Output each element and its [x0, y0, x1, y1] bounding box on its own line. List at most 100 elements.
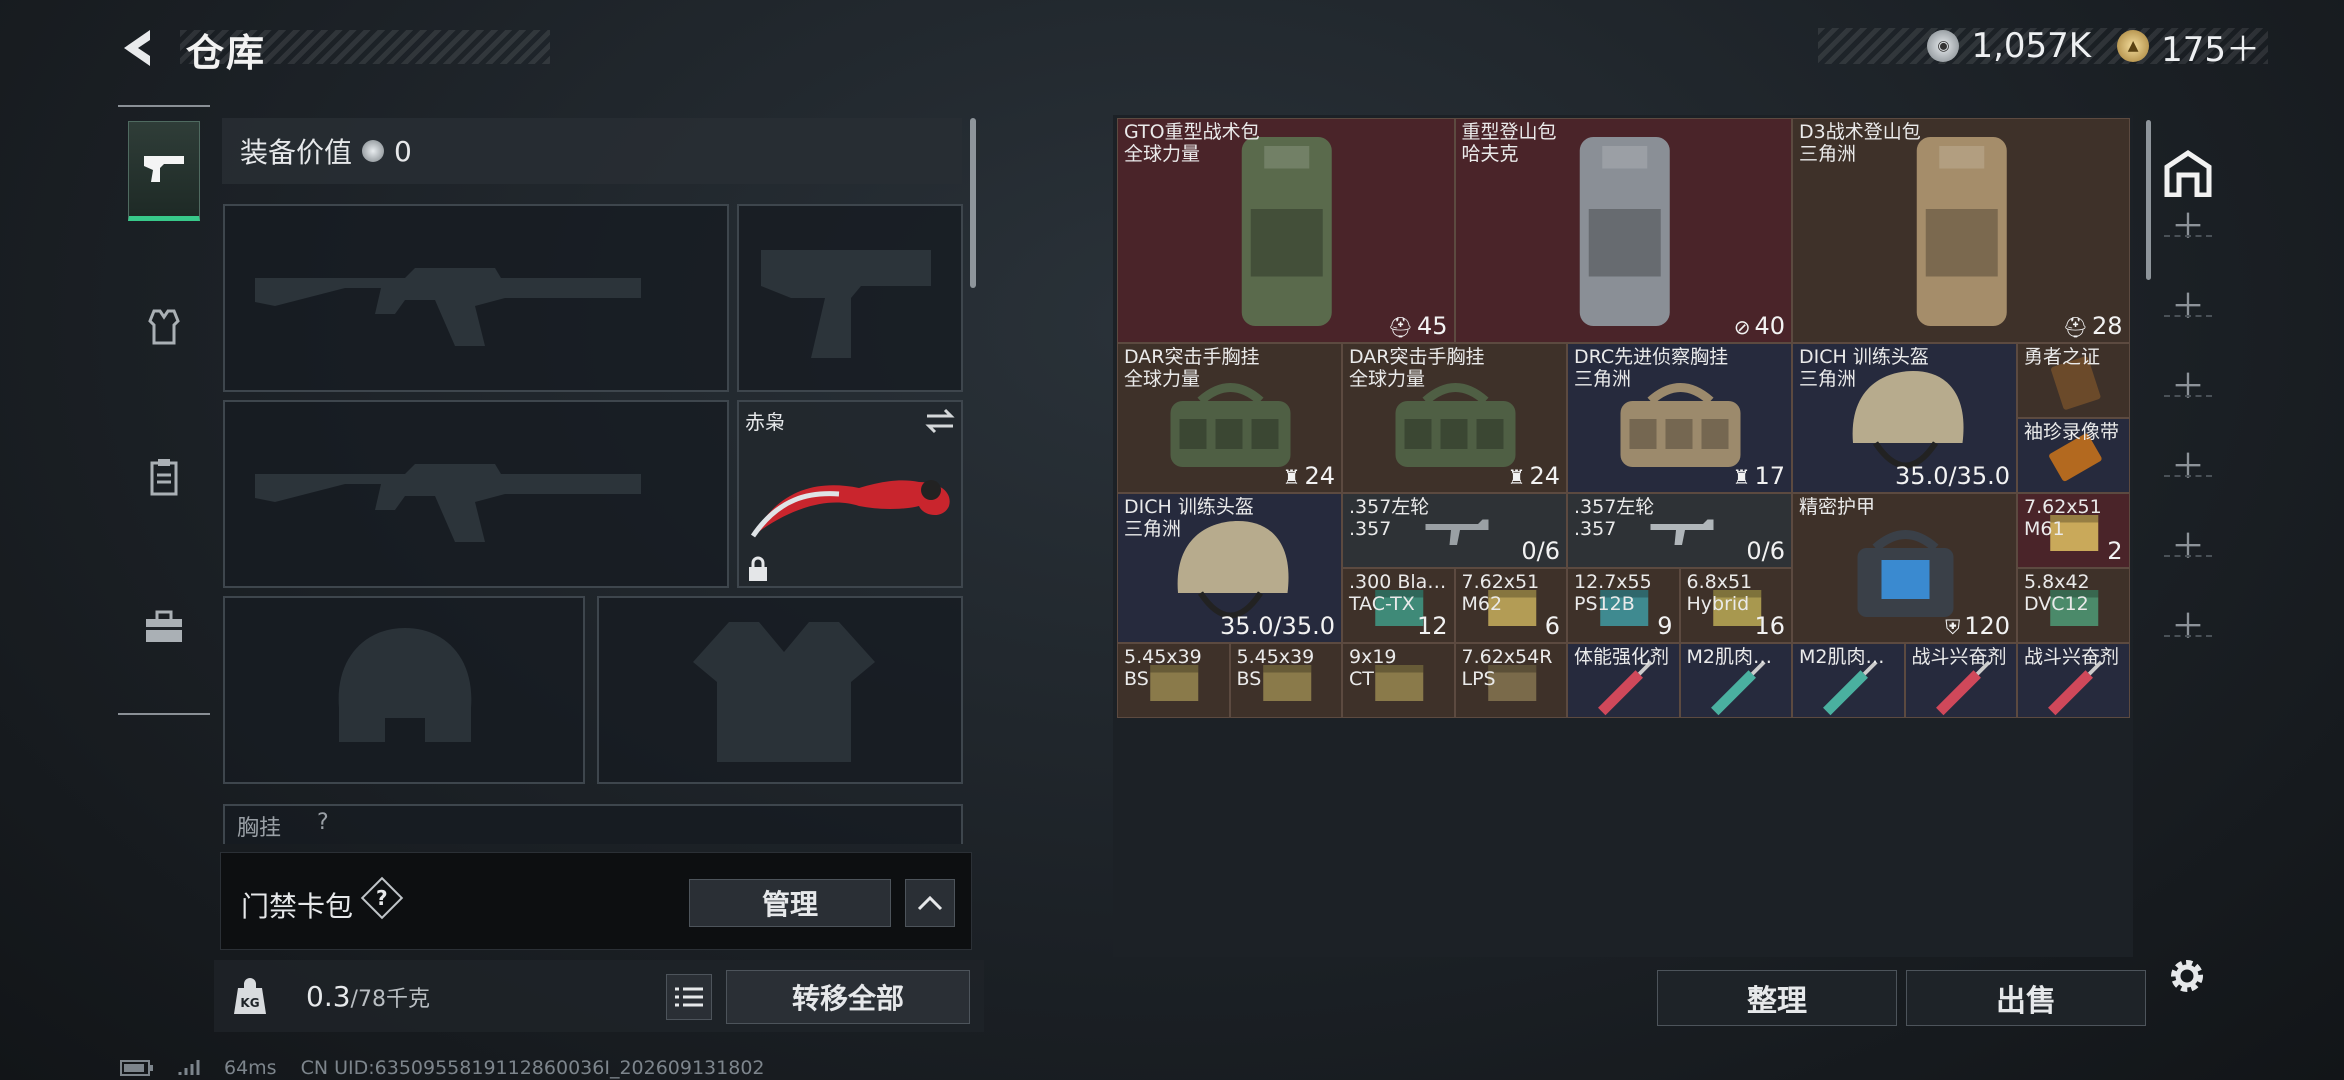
storage-item[interactable]: 6.8x51 Hybrid 16 — [1679, 568, 1792, 643]
storage-item[interactable]: 重型登山包 哈夫克 ⊘ 40 — [1454, 118, 1792, 343]
item-name: 7.62x54R LPS — [1462, 646, 1553, 690]
tab-divider — [2164, 555, 2212, 557]
add-storage-tab-button[interactable]: ＋ — [2152, 599, 2224, 648]
manage-button[interactable]: 管理 — [689, 879, 891, 927]
item-name-line: 三角洲 — [1799, 143, 1857, 165]
item-name-line: 12.7x55 — [1574, 571, 1652, 593]
storage-item[interactable]: 5.45x39 BS — [1229, 643, 1342, 718]
item-count-text: 40 — [1754, 312, 1785, 340]
item-count-text: 45 — [1416, 312, 1448, 340]
item-name: 重型登山包 哈夫克 — [1462, 121, 1557, 165]
storage-item[interactable]: M2肌肉… — [1679, 643, 1792, 718]
swap-icon — [925, 408, 955, 434]
item-name-line: 战斗兴奋剂 — [2024, 646, 2120, 668]
chest-rig-slot[interactable]: 胸挂 ? — [223, 804, 963, 844]
add-storage-tab-button[interactable]: ＋ — [2152, 279, 2224, 328]
keycard-case-label: 门禁卡包 — [241, 890, 354, 923]
help-icon[interactable]: ? — [360, 876, 404, 920]
sell-button[interactable]: 出售 — [1906, 970, 2146, 1026]
storage-item[interactable]: 5.8x42 DVC12 — [2017, 568, 2130, 643]
currency-bar: ◉ 1,057K ▲ 175＋ — [1818, 26, 2268, 70]
silver-coin-icon — [362, 140, 385, 162]
settings-button[interactable] — [2162, 950, 2212, 1002]
storage-scrollbar[interactable] — [2146, 120, 2151, 280]
item-name-line: M62 — [1461, 593, 1503, 615]
nav-gear[interactable] — [128, 277, 200, 377]
back-button[interactable] — [112, 22, 160, 74]
storage-item[interactable]: DICH 训练头盔 三角洲 35.0/35.0 — [1792, 343, 2017, 493]
item-count-text: 120 — [1964, 612, 2010, 640]
collapse-button[interactable] — [905, 879, 955, 927]
ping-value: 64ms — [224, 1057, 277, 1079]
transfer-all-button[interactable]: 转移全部 — [726, 970, 970, 1024]
storage-item[interactable]: DICH 训练头盔 三角洲 35.0/35.0 — [1117, 493, 1342, 643]
item-count-text: 24 — [1529, 462, 1560, 490]
tab-divider — [2164, 635, 2212, 637]
storage-item[interactable]: 战斗兴奋剂 — [1904, 643, 2017, 718]
storage-item[interactable]: .357左轮 .357 0/6 — [1342, 493, 1567, 568]
vest-icon: ♜ — [1282, 465, 1301, 489]
plus-icon: ＋ — [2171, 447, 2205, 487]
item-name: .357左轮 .357 — [1349, 496, 1429, 540]
storage-item[interactable]: M2肌肉… — [1792, 643, 1905, 718]
armor-slot[interactable] — [597, 596, 963, 784]
item-name-line: DVC12 — [2024, 593, 2089, 615]
help-glyph: ? — [376, 885, 388, 910]
pistol-slot[interactable] — [737, 204, 963, 392]
item-count: ⛨ 120 — [1945, 612, 2010, 640]
add-storage-tab-button[interactable]: ＋ — [2152, 439, 2224, 488]
storage-item[interactable]: 7.62x51 M61 2 — [2017, 493, 2130, 568]
storage-item[interactable]: 勇者之证 — [2017, 343, 2130, 418]
item-count-text: 35.0/35.0 — [1895, 462, 2010, 490]
nav-items[interactable] — [128, 577, 200, 677]
plus-icon: ＋ — [2171, 207, 2205, 247]
item-count: 16 — [1754, 612, 1785, 640]
nav-consumables[interactable] — [128, 427, 200, 527]
equipment-scrollbar[interactable] — [970, 118, 976, 288]
storage-item[interactable]: DRC先进侦察胸挂 三角洲 ♜ 17 — [1567, 343, 1792, 493]
item-name: .357左轮 .357 — [1574, 496, 1654, 540]
helmet-slot[interactable] — [223, 596, 585, 784]
item-name-line: M61 — [2024, 518, 2065, 540]
storage-item[interactable]: .300 Bla… TAC-TX 12 — [1342, 568, 1455, 643]
storage-item[interactable]: 9x19 CT — [1342, 643, 1455, 718]
storage-item[interactable]: DAR突击手胸挂 全球力量 ♜ 24 — [1342, 343, 1567, 493]
item-name: 5.45x39 BS — [1124, 646, 1202, 690]
storage-item[interactable]: D3战术登山包 三角洲 ⛑ 28 — [1792, 118, 2130, 343]
weight-readout: 0.3/78千克 — [306, 980, 430, 1013]
list-view-button[interactable] — [666, 974, 712, 1020]
storage-tab-main[interactable] — [2160, 145, 2216, 201]
storage-item[interactable]: 战斗兴奋剂 — [2017, 643, 2130, 718]
helmet-icon — [338, 628, 472, 742]
item-name-line: DICH 训练头盔 — [1799, 346, 1929, 368]
melee-slot[interactable]: 赤枭 — [737, 400, 963, 588]
storage-item[interactable]: .357左轮 .357 0/6 — [1567, 493, 1792, 568]
primary-weapon-slot[interactable] — [223, 204, 729, 392]
equipment-value-label: 装备价值 — [240, 136, 353, 169]
storage-item[interactable]: 体能强化剂 — [1567, 643, 1680, 718]
storage-item[interactable]: 7.62x54R LPS — [1454, 643, 1567, 718]
weight-icon: KG — [234, 978, 266, 1014]
add-storage-tab-button[interactable]: ＋ — [2152, 519, 2224, 568]
storage-item[interactable]: 精密护甲 ⛨ 120 — [1792, 493, 2017, 643]
nav-weapons[interactable] — [128, 121, 200, 221]
storage-item[interactable]: 12.7x55 PS12B 9 — [1567, 568, 1680, 643]
secondary-weapon-slot[interactable] — [223, 400, 729, 588]
gold-currency-value[interactable]: 175＋ — [2161, 22, 2260, 71]
add-storage-tab-button[interactable]: ＋ — [2152, 359, 2224, 408]
armor-vest-icon — [693, 622, 875, 762]
storage-item[interactable]: DAR突击手胸挂 全球力量 ♜ 24 — [1117, 343, 1342, 493]
item-name-line: BS — [1236, 668, 1262, 690]
storage-item[interactable]: GTO重型战术包 全球力量 ⛑ 45 — [1117, 118, 1455, 343]
storage-item[interactable]: 袖珍录像带 — [2017, 418, 2130, 493]
storage-item[interactable]: 7.62x51 M62 6 — [1454, 568, 1567, 643]
gold-coin-icon: ▲ — [2117, 30, 2150, 62]
add-storage-tab-button[interactable]: ＋ — [2152, 199, 2224, 248]
gear-icon — [2171, 960, 2203, 992]
tab-divider — [2164, 315, 2212, 317]
item-count-text: 2 — [2107, 537, 2123, 565]
storage-item[interactable]: 5.45x39 BS — [1117, 643, 1230, 718]
page-title: 仓库 — [186, 31, 267, 75]
back-arrow-icon — [124, 30, 150, 66]
sort-button[interactable]: 整理 — [1657, 970, 1897, 1026]
